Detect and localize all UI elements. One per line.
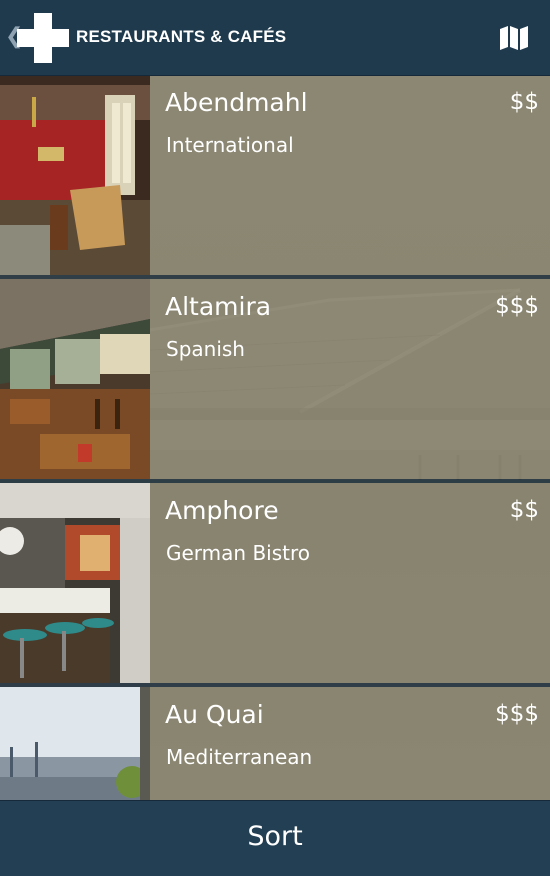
restaurant-photo xyxy=(0,75,150,275)
cuisine-type: German Bistro xyxy=(166,541,311,565)
restaurant-photo xyxy=(0,687,150,800)
list-item-au-quai[interactable]: Au Quai $$$ Mediterranean xyxy=(0,687,550,800)
sort-label: Sort xyxy=(247,821,303,852)
restaurant-name: Altamira xyxy=(165,292,272,321)
sort-button[interactable]: Sort xyxy=(0,800,550,876)
restaurant-name: Au Quai xyxy=(165,700,264,729)
list-item-altamira[interactable]: Altamira $$$ Spanish xyxy=(0,279,550,483)
app-header: ❮ RESTAURANTS & CAFÉS xyxy=(0,0,550,76)
restaurant-photo xyxy=(0,279,150,479)
restaurant-name: Amphore xyxy=(165,496,279,525)
restaurant-name: Abendmahl xyxy=(165,88,308,117)
cuisine-type: Spanish xyxy=(166,337,245,361)
restaurant-photo xyxy=(0,483,150,683)
map-icon xyxy=(500,26,528,50)
page-title: RESTAURANTS & CAFÉS xyxy=(76,27,287,46)
price-level: $$ xyxy=(509,497,539,523)
map-button[interactable] xyxy=(494,20,534,56)
price-level: $$$ xyxy=(495,701,539,727)
list-item-amphore[interactable]: Amphore $$ German Bistro xyxy=(0,483,550,687)
price-level: $$ xyxy=(509,89,539,115)
price-level: $$$ xyxy=(495,293,539,319)
cuisine-type: International xyxy=(166,133,294,157)
restaurant-list: Abendmahl $$ International Altamira $$$ … xyxy=(0,75,550,800)
list-item-abendmahl[interactable]: Abendmahl $$ International xyxy=(0,75,550,279)
cuisine-type: Mediterranean xyxy=(166,745,313,769)
plus-logo-icon[interactable] xyxy=(17,13,69,63)
